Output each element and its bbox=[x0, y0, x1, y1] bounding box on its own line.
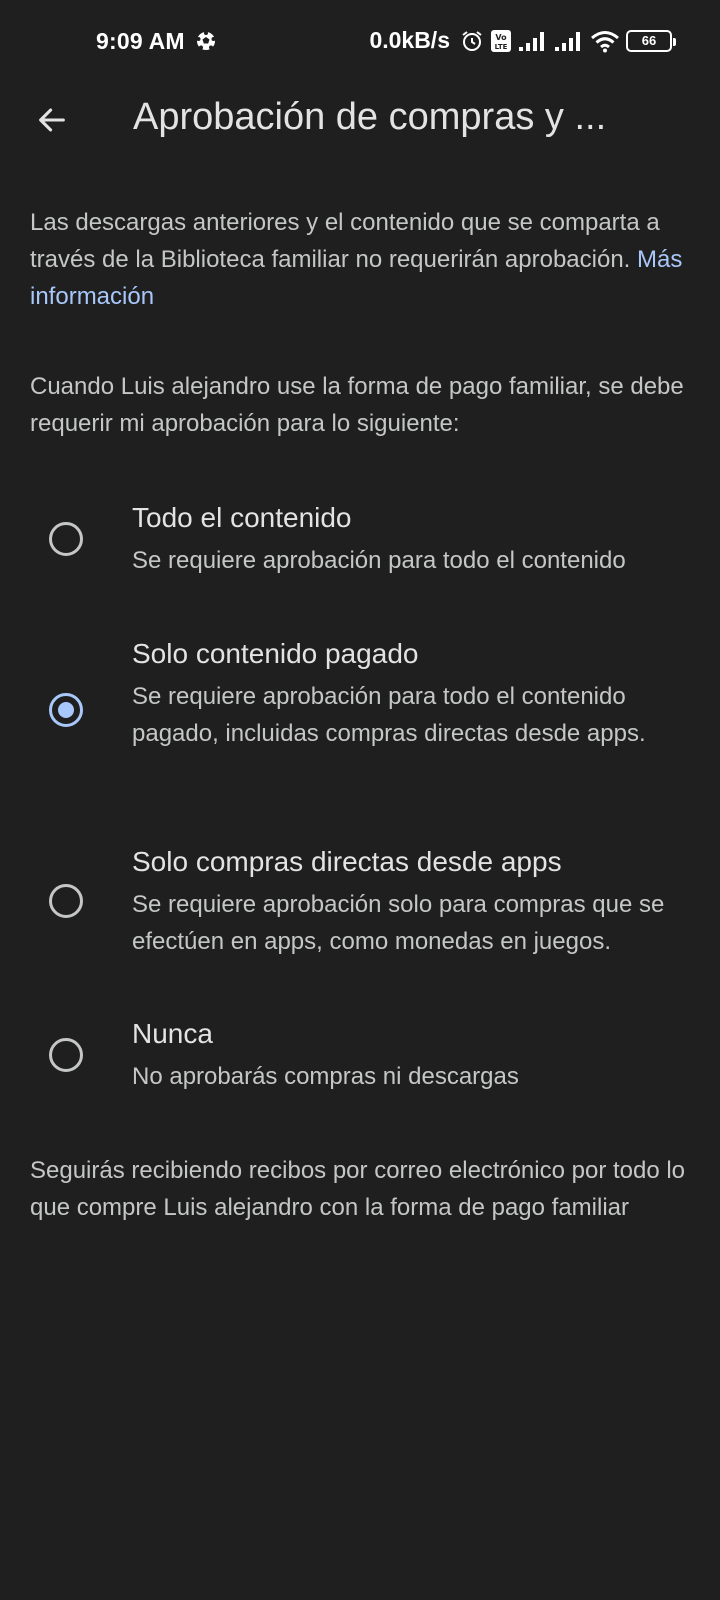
alarm-icon bbox=[462, 30, 482, 51]
status-bar: 9:09 AM 0.0kB/s Vo LTE 66 bbox=[0, 0, 720, 82]
option-paid-content[interactable]: Solo contenido pagado Se requiere aproba… bbox=[0, 632, 720, 802]
soccer-ball-icon bbox=[196, 31, 216, 50]
battery-icon: 66 bbox=[626, 29, 676, 52]
network-speed: 0.0kB/s bbox=[369, 27, 450, 53]
app-bar: Aprobación de compras y ... bbox=[0, 82, 720, 154]
back-button[interactable] bbox=[24, 92, 80, 148]
radio-all-content[interactable] bbox=[49, 522, 83, 556]
footer-note: Seguirás recibiendo recibos por correo e… bbox=[30, 1157, 686, 1221]
option-never[interactable]: Nunca No aprobarás compras ni descargas bbox=[0, 1012, 720, 1112]
option-description: Se requiere aprobación solo para compras… bbox=[132, 891, 665, 955]
status-icons: 0.0kB/s Vo LTE 66 bbox=[369, 27, 676, 54]
option-in-app-purchases[interactable]: Solo compras directas desde apps Se requ… bbox=[0, 840, 720, 980]
signal-icon bbox=[519, 31, 544, 51]
question-text: Cuando Luis alejandro use la forma de pa… bbox=[30, 373, 684, 437]
option-title: Solo compras directas desde apps bbox=[132, 846, 562, 877]
svg-text:LTE: LTE bbox=[495, 43, 508, 51]
intro-body: Las descargas anteriores y el contenido … bbox=[30, 209, 660, 273]
option-all-content[interactable]: Todo el contenido Se requiere aprobación… bbox=[0, 496, 720, 596]
option-description: Se requiere aprobación para todo el cont… bbox=[132, 683, 646, 747]
arrow-left-icon bbox=[39, 108, 65, 132]
option-description: Se requiere aprobación para todo el cont… bbox=[132, 547, 626, 574]
battery-level: 66 bbox=[641, 33, 657, 48]
intro-text: Las descargas anteriores y el contenido … bbox=[30, 204, 690, 315]
radio-in-app-purchases[interactable] bbox=[49, 884, 83, 918]
radio-paid-content[interactable] bbox=[49, 693, 83, 727]
wifi-icon bbox=[591, 30, 619, 52]
signal-icon bbox=[555, 31, 580, 51]
radio-never[interactable] bbox=[49, 1038, 83, 1072]
option-title: Todo el contenido bbox=[132, 502, 352, 533]
page-title: Aprobación de compras y ... bbox=[133, 96, 607, 138]
option-description: No aprobarás compras ni descargas bbox=[132, 1063, 519, 1090]
volte-icon: Vo LTE bbox=[491, 29, 511, 52]
status-time: 9:09 AM bbox=[96, 28, 185, 54]
option-title: Solo contenido pagado bbox=[132, 638, 419, 669]
option-title: Nunca bbox=[132, 1018, 213, 1049]
svg-text:Vo: Vo bbox=[495, 33, 507, 42]
